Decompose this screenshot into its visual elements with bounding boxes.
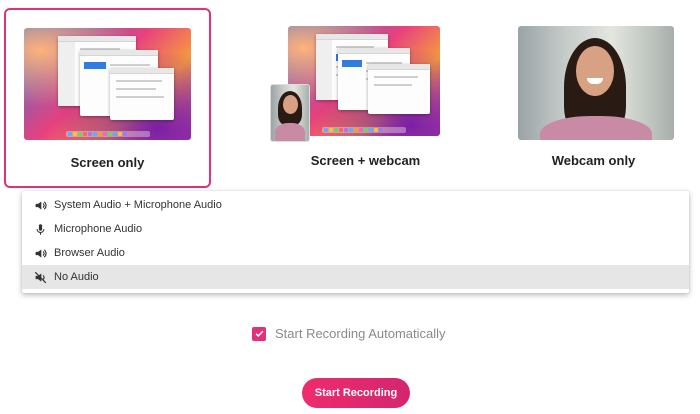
webcam-overlay-thumbnail <box>270 84 310 142</box>
microphone-icon <box>33 222 47 236</box>
start-recording-button[interactable]: Start Recording <box>302 378 410 408</box>
speaker-icon <box>33 198 47 212</box>
speaker-icon <box>33 246 47 260</box>
auto-start-option[interactable]: Start Recording Automatically <box>252 326 446 341</box>
audio-option-label: Microphone Audio <box>54 223 143 235</box>
mode-card-webcam-only[interactable]: Webcam only <box>490 8 697 188</box>
mode-card-screen-only[interactable]: Screen only <box>4 8 211 188</box>
checkmark-icon <box>255 330 263 337</box>
audio-source-dropdown: System Audio + Microphone Audio Micropho… <box>22 191 689 293</box>
audio-option-microphone[interactable]: Microphone Audio <box>22 217 689 241</box>
auto-start-checkbox[interactable] <box>252 326 266 341</box>
mode-label: Webcam only <box>551 153 636 168</box>
audio-option-label: Browser Audio <box>54 247 125 259</box>
mode-label: Screen + webcam <box>310 153 421 168</box>
audio-option-label: No Audio <box>54 271 99 283</box>
webcam-preview-thumbnail <box>518 26 674 140</box>
auto-start-label: Start Recording Automatically <box>275 326 446 341</box>
audio-option-browser[interactable]: Browser Audio <box>22 241 689 265</box>
mode-card-screen-webcam[interactable]: Screen + webcam <box>262 8 469 188</box>
audio-option-label: System Audio + Microphone Audio <box>54 199 222 211</box>
screen-webcam-preview-thumbnail <box>288 26 440 136</box>
audio-option-none[interactable]: No Audio <box>22 265 689 289</box>
screen-preview-thumbnail <box>24 28 191 140</box>
speaker-muted-icon <box>33 270 47 284</box>
mode-label: Screen only <box>70 155 145 170</box>
audio-option-system-and-mic[interactable]: System Audio + Microphone Audio <box>22 193 689 217</box>
